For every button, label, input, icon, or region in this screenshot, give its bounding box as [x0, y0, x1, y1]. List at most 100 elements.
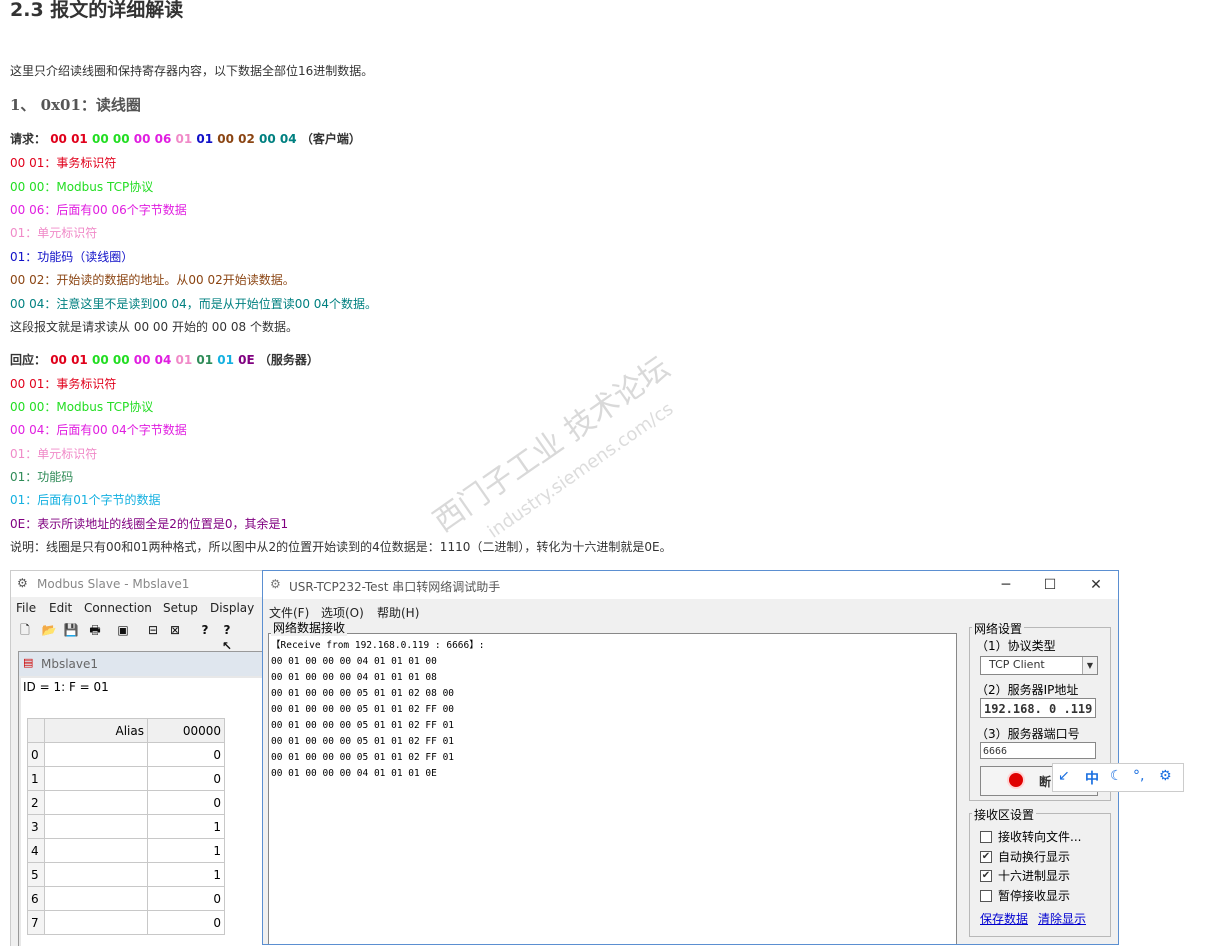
menu-edit[interactable]: Edit	[49, 601, 72, 615]
receive-line: 【Receive from 192.168.0.119 : 6666】:	[271, 640, 485, 651]
maximize-icon[interactable]: ☐	[1035, 575, 1065, 595]
alias-header: Alias	[44, 718, 148, 743]
response-byte-1: 00 00	[91, 353, 130, 367]
alias-cell[interactable]	[44, 862, 148, 887]
request-note: 00 06：后面有00 06个字节数据	[10, 203, 187, 217]
clear-display-link[interactable]: 清除显示	[1038, 910, 1086, 927]
checkbox-recv-to-file[interactable]	[980, 831, 992, 843]
request-note: 00 01：事务标识符	[10, 156, 117, 170]
checkbox-hex-display[interactable]: ✔	[980, 870, 992, 882]
table-row[interactable]: 20	[27, 790, 225, 815]
option-label: 十六进制显示	[998, 869, 1071, 883]
mbslave1-title: Mbslave1	[41, 657, 99, 671]
table-row[interactable]: 51	[27, 862, 225, 887]
ime-toolbar: ↙ 中 ☾ °, ⚙	[1052, 763, 1184, 792]
option-label: 接收转向文件...	[998, 830, 1082, 844]
value-cell[interactable]: 0	[147, 886, 225, 911]
ip-label: （2）服务器IP地址	[976, 683, 1079, 697]
menu-file[interactable]: File	[16, 601, 36, 615]
value-cell[interactable]: 1	[147, 814, 225, 839]
port-input[interactable]: 6666	[980, 742, 1096, 759]
response-note: 00 04：后面有00 04个字节数据	[10, 423, 187, 437]
menu-setup[interactable]: Setup	[163, 601, 198, 615]
response-note: 0E：表示所读地址的线圈全是2的位置是0，其余是1	[10, 517, 289, 531]
row-index: 1	[27, 766, 45, 791]
request-byte-6: 00 04	[259, 132, 297, 146]
receive-group-label: 网络数据接收	[271, 619, 348, 636]
receive-line: 00 01 00 00 00 04 01 01 01 00	[271, 656, 437, 667]
print-icon[interactable]: 🖶	[87, 622, 103, 638]
response-suffix: （服务器）	[258, 353, 319, 367]
receive-line: 00 01 00 00 00 05 01 01 02 FF 01	[271, 752, 455, 763]
checkbox-pause-receive[interactable]	[980, 890, 992, 902]
alias-cell[interactable]	[44, 790, 148, 815]
response-note: 01：后面有01个字节的数据	[10, 493, 161, 507]
value-cell[interactable]: 1	[147, 838, 225, 863]
minimize-icon[interactable]: ─	[991, 575, 1021, 595]
table-row[interactable]: 60	[27, 886, 225, 911]
article-heading: 2.3 报文的详细解读	[10, 0, 184, 21]
table-row[interactable]: 10	[27, 766, 225, 791]
request-note: 01：单元标识符	[10, 226, 98, 240]
ime-language-toggle[interactable]: 中	[1085, 768, 1099, 788]
gear-icon[interactable]: ⚙	[1159, 768, 1172, 784]
receive-area[interactable]: 【Receive from 192.168.0.119 : 6666】: 00 …	[268, 633, 957, 944]
close-icon[interactable]: ✕	[1081, 575, 1111, 595]
menu-help[interactable]: 帮助(H)	[377, 604, 419, 621]
address-header: 00000	[147, 718, 225, 743]
net-settings-label: 网络设置	[972, 620, 1025, 637]
alias-cell[interactable]	[44, 838, 148, 863]
status-indicator-icon	[1009, 773, 1023, 787]
save-data-link[interactable]: 保存数据	[980, 910, 1028, 927]
alias-cell[interactable]	[44, 886, 148, 911]
value-cell[interactable]: 0	[147, 910, 225, 935]
table-row[interactable]: 00	[27, 742, 225, 767]
option-label: 自动换行显示	[998, 850, 1071, 864]
save-icon[interactable]: 💾	[63, 622, 79, 638]
port-label: （3）服务器端口号	[976, 727, 1080, 741]
receive-log: 【Receive from 192.168.0.119 : 6666】: 00 …	[271, 638, 484, 782]
window-icon[interactable]: ▣	[115, 622, 131, 638]
request-suffix: （客户端）	[300, 132, 361, 146]
alias-cell[interactable]	[44, 766, 148, 791]
context-help-icon[interactable]: ?↖	[219, 622, 235, 653]
alias-cell[interactable]	[44, 814, 148, 839]
new-file-icon[interactable]: 🗋	[17, 622, 33, 638]
modbus-menubar: File Edit Connection Setup Display	[11, 598, 266, 618]
help-icon[interactable]: ?	[197, 622, 213, 638]
chevron-down-icon[interactable]: ▼	[1082, 657, 1097, 674]
ip-input[interactable]: 192.168. 0 .119	[980, 698, 1096, 718]
ime-punctuation-toggle[interactable]: °,	[1133, 768, 1144, 784]
menu-display[interactable]: Display	[210, 601, 254, 615]
checkbox-auto-wrap[interactable]: ✔	[980, 851, 992, 863]
protocol-select[interactable]: TCP Client ▼	[980, 656, 1098, 675]
connect-icon[interactable]: ⊟	[145, 622, 161, 638]
response-byte-0: 00 01	[50, 353, 88, 367]
usr-titlebar[interactable]: ⚙ USR-TCP232-Test 串口转网络调试助手 ─ ☐ ✕	[263, 571, 1118, 599]
open-folder-icon[interactable]: 📂	[41, 622, 57, 638]
ime-logo-icon[interactable]: ↙	[1058, 768, 1070, 784]
value-cell[interactable]: 1	[147, 862, 225, 887]
row-index: 0	[27, 742, 45, 767]
table-row[interactable]: 41	[27, 838, 225, 863]
usr-tcp-window: ⚙ USR-TCP232-Test 串口转网络调试助手 ─ ☐ ✕ 文件(F) …	[262, 570, 1119, 945]
response-byte-5: 01	[217, 353, 234, 367]
table-row[interactable]: 31	[27, 814, 225, 839]
value-cell[interactable]: 0	[147, 766, 225, 791]
alias-cell[interactable]	[44, 910, 148, 935]
slave-id-line: ID = 1: F = 01	[23, 680, 109, 694]
row-index: 5	[27, 862, 45, 887]
value-cell[interactable]: 0	[147, 742, 225, 767]
moon-icon[interactable]: ☾	[1110, 768, 1123, 784]
table-row[interactable]: 70	[27, 910, 225, 935]
value-cell[interactable]: 0	[147, 790, 225, 815]
alias-cell[interactable]	[44, 742, 148, 767]
response-note: 01：单元标识符	[10, 447, 98, 461]
menu-connection[interactable]: Connection	[84, 601, 152, 615]
register-table: Alias 00000 00 10 20 31 41 51 60 70	[27, 718, 225, 935]
request-summary: 这段报文就是请求读从 00 00 开始的 00 08 个数据。	[10, 320, 298, 334]
disconnect-icon[interactable]: ⊠	[167, 622, 183, 638]
modbus-slave-titlebar[interactable]: ⚙ Modbus Slave - Mbslave1	[11, 571, 266, 597]
response-note: 00 01：事务标识符	[10, 377, 117, 391]
mbslave1-titlebar[interactable]: ▤ Mbslave1	[19, 652, 266, 676]
